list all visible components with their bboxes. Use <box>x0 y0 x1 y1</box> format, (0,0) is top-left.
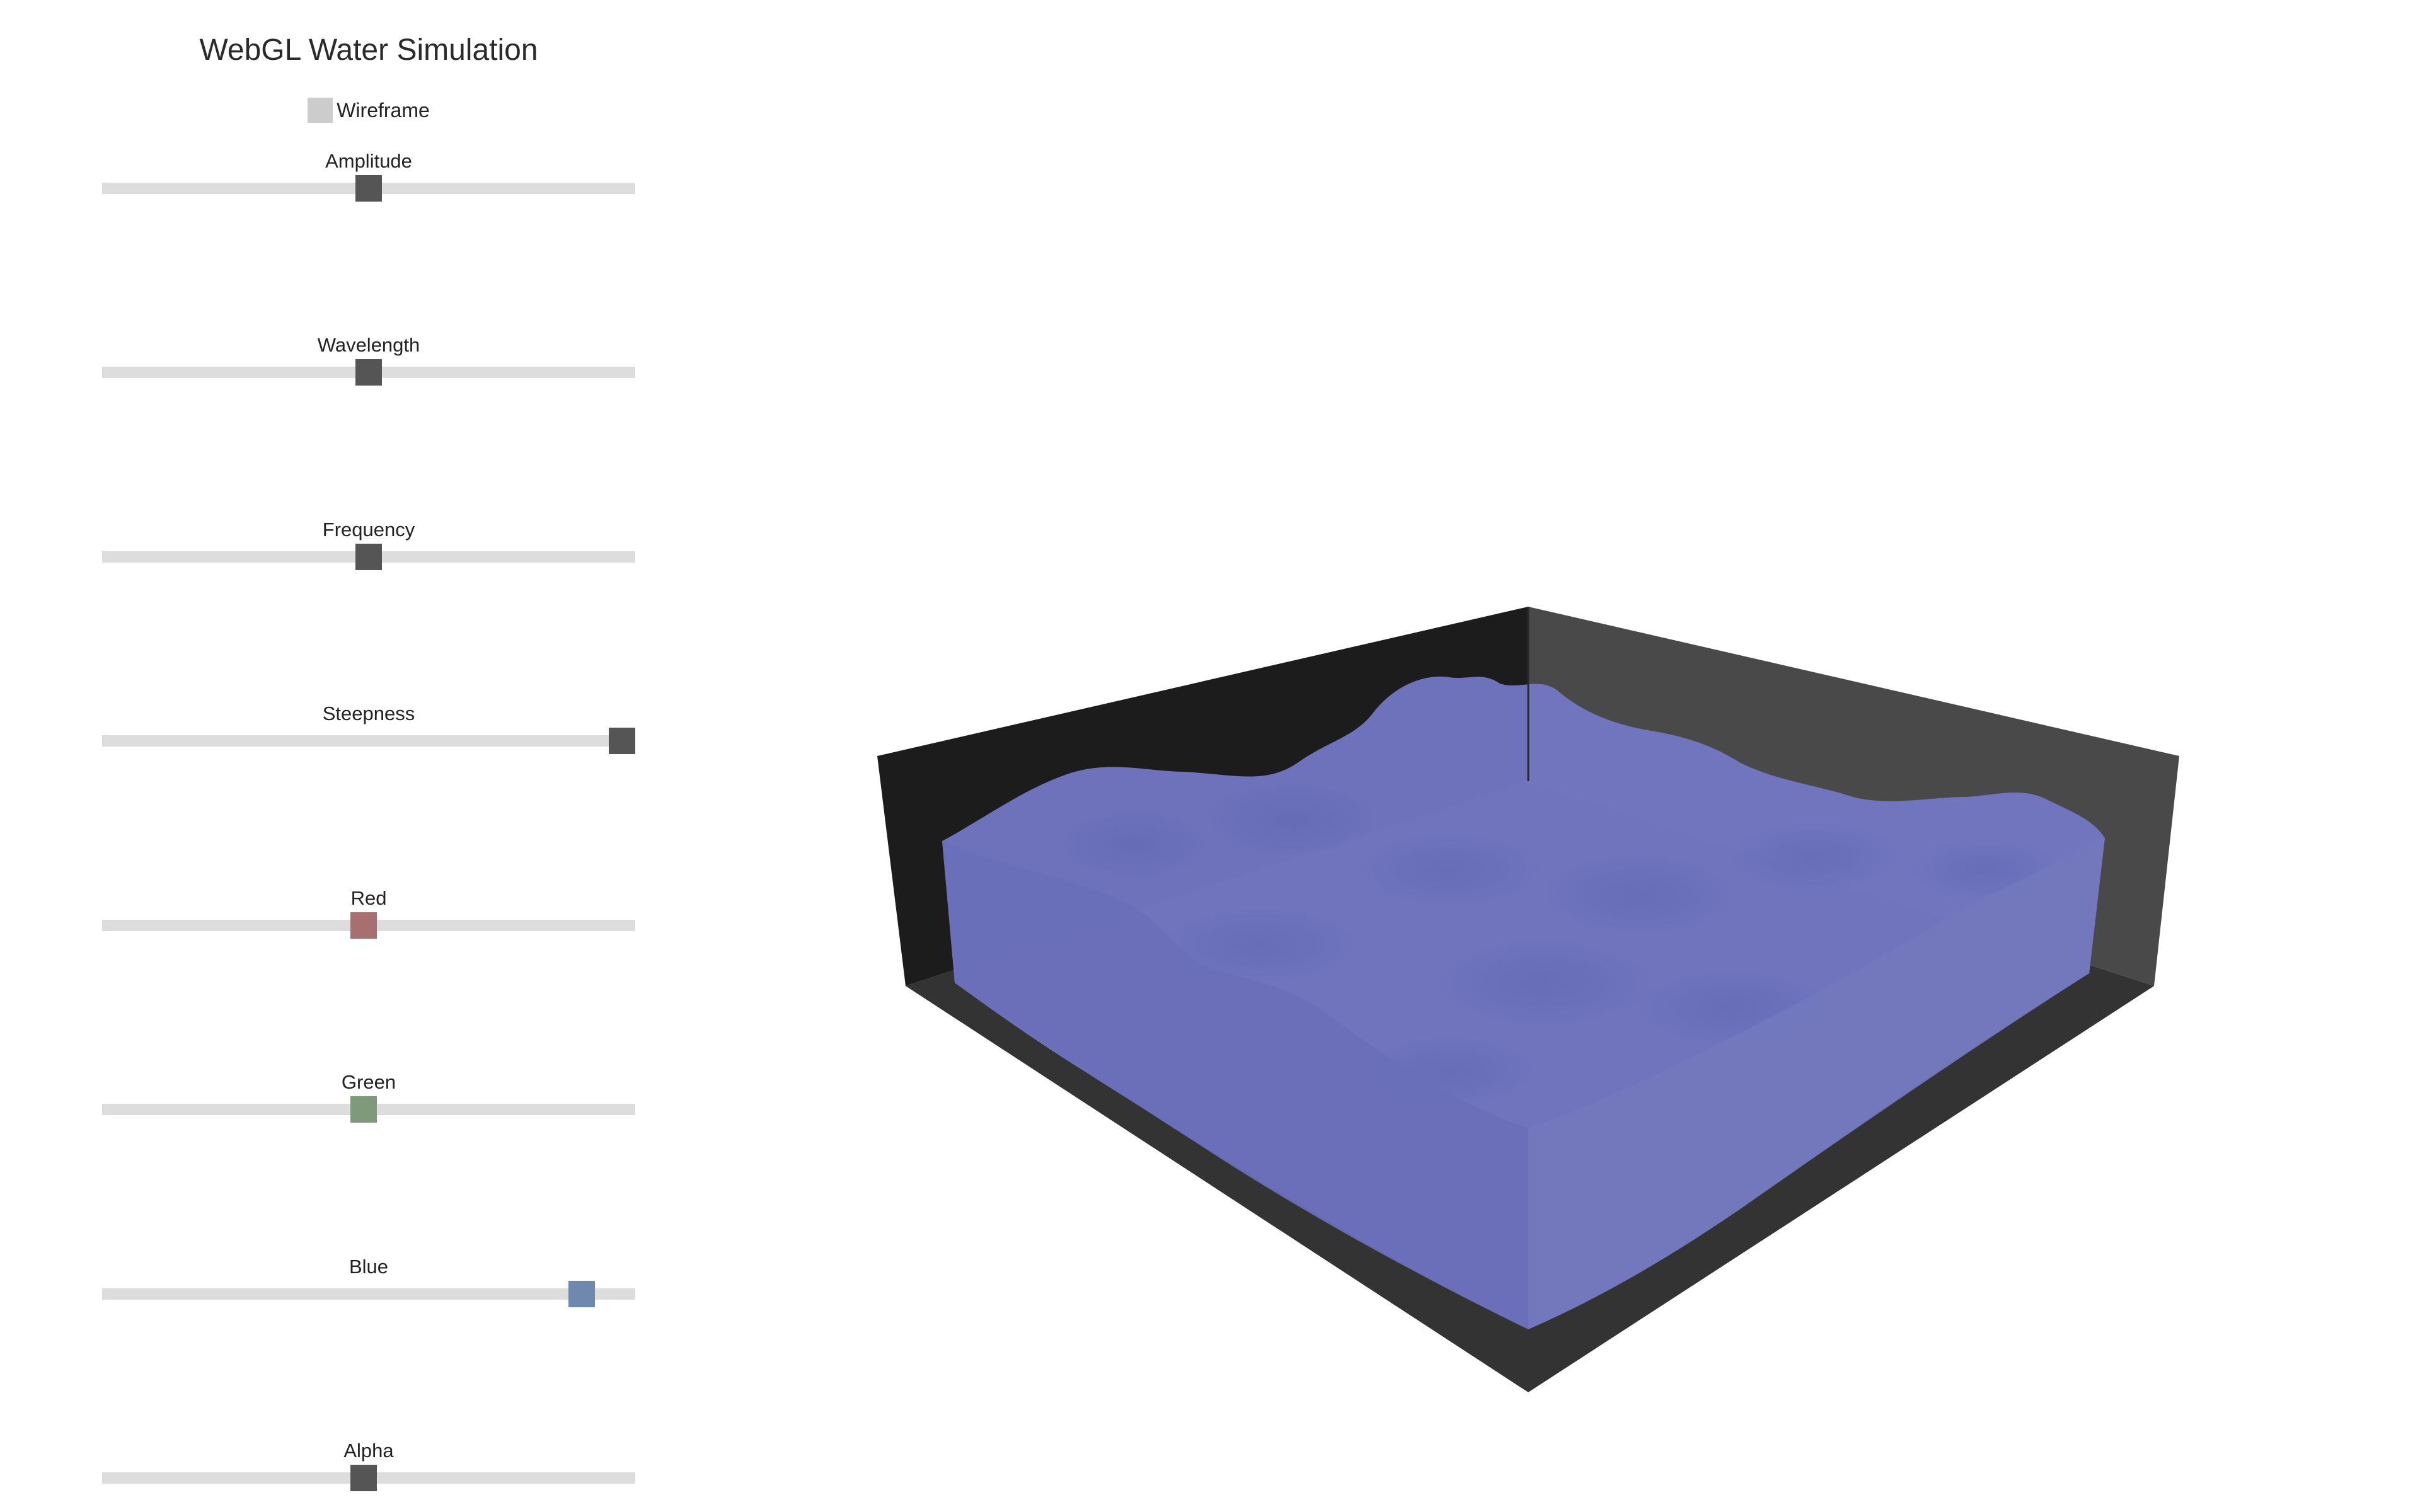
alpha-label: Alpha <box>343 1440 394 1462</box>
steepness-track[interactable] <box>102 728 635 754</box>
alpha-track[interactable] <box>102 1465 635 1491</box>
green-track[interactable] <box>102 1096 635 1123</box>
amplitude-slider[interactable]: Amplitude <box>102 150 635 202</box>
steepness-thumb[interactable] <box>609 728 635 754</box>
blue-slider[interactable]: Blue <box>102 1256 635 1307</box>
red-slider[interactable]: Red <box>102 887 635 939</box>
steepness-label: Steepness <box>322 702 415 724</box>
blue-track[interactable] <box>102 1281 635 1307</box>
alpha-slider[interactable]: Alpha <box>102 1440 635 1491</box>
red-label: Red <box>350 887 387 909</box>
amplitude-track[interactable] <box>102 175 635 202</box>
green-thumb[interactable] <box>350 1096 377 1123</box>
frequency-track[interactable] <box>102 544 635 570</box>
wavelength-slider[interactable]: Wavelength <box>102 334 635 386</box>
blue-thumb[interactable] <box>568 1281 596 1307</box>
wavelength-label: Wavelength <box>317 334 420 356</box>
frequency-slider[interactable]: Frequency <box>102 518 635 570</box>
green-slider[interactable]: Green <box>102 1071 635 1123</box>
water-scene-canvas[interactable] <box>737 0 2420 1512</box>
amplitude-label: Amplitude <box>325 150 412 172</box>
green-label: Green <box>341 1071 396 1093</box>
wireframe-checkbox[interactable] <box>308 98 333 123</box>
frequency-label: Frequency <box>322 518 415 541</box>
alpha-thumb[interactable] <box>350 1465 377 1491</box>
red-thumb[interactable] <box>350 912 377 939</box>
wavelength-track[interactable] <box>102 359 635 386</box>
page-title: WebGL Water Simulation <box>199 33 538 67</box>
frequency-thumb[interactable] <box>355 544 382 570</box>
wireframe-label: Wireframe <box>337 98 430 122</box>
red-track[interactable] <box>102 912 635 939</box>
wavelength-thumb[interactable] <box>355 359 382 386</box>
controls-panel: WebGL Water Simulation Wireframe Amplitu… <box>0 0 737 1512</box>
wireframe-toggle[interactable]: Wireframe <box>0 96 737 124</box>
blue-label: Blue <box>349 1256 389 1278</box>
amplitude-thumb[interactable] <box>355 175 382 202</box>
steepness-slider[interactable]: Steepness <box>102 702 635 754</box>
